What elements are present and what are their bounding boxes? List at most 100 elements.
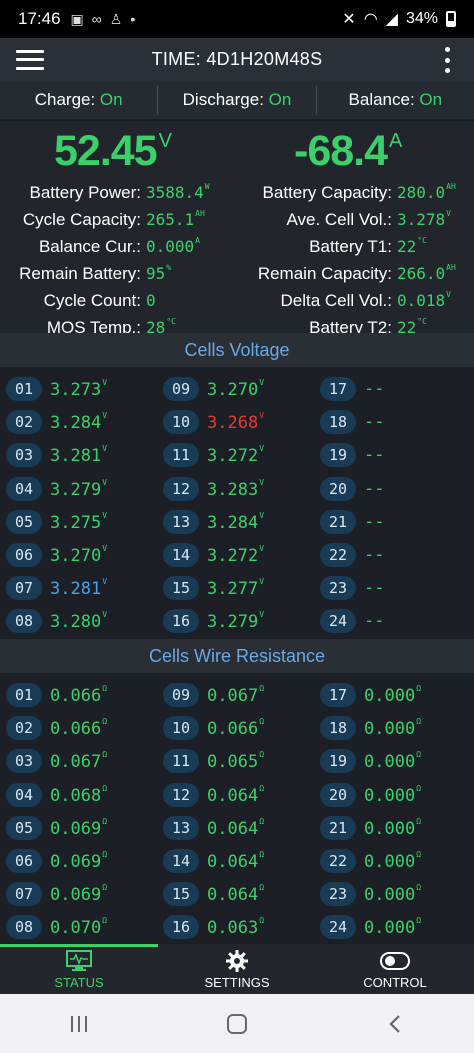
cell-item: 20 -- <box>320 476 384 502</box>
cell-value: 0.067Ω <box>207 684 265 706</box>
cell-value: 0.069Ω <box>50 883 108 906</box>
cell-value: 0.000Ω <box>364 684 422 706</box>
cell-value: 3.279V <box>207 610 265 633</box>
cell-item: 12 0.064Ω <box>163 782 264 808</box>
signal-icon: ◢ <box>385 11 398 28</box>
cell-value: 0.000Ω <box>364 783 422 806</box>
nav-status[interactable]: STATUS <box>0 944 158 994</box>
cell-number-badge: 14 <box>163 849 199 873</box>
cell-value: 0.070Ω <box>50 916 108 939</box>
status-bar: 17:46 ▣ ∞ ♙ • ✕ ◠ ◢ 34% <box>0 0 474 38</box>
battery-summary: 52.45 V -68.4 A Battery Power: 3588.4W Cycle… <box>0 121 474 337</box>
stat-row: Balance Cur.: 0.000A <box>0 227 200 256</box>
cell-value: -- <box>364 478 385 499</box>
cell-value: -- <box>364 379 385 399</box>
cell-number-badge: 07 <box>6 576 42 601</box>
cell-item: 11 3.272V <box>163 442 264 468</box>
nav-settings-label: SETTINGS <box>204 974 270 990</box>
total-voltage: 52.45 V <box>54 127 172 175</box>
cell-number-badge: 11 <box>163 443 199 468</box>
cell-value: 3.284V <box>50 411 108 434</box>
cell-value: 0.000Ω <box>364 916 422 939</box>
cell-item: 19 -- <box>320 442 384 468</box>
home-icon[interactable] <box>207 1013 267 1035</box>
cell-value: 0.064Ω <box>207 783 265 806</box>
nav-settings[interactable]: SETTINGS <box>158 944 316 994</box>
cell-item: 18 -- <box>320 409 384 435</box>
cell-number-badge: 16 <box>163 609 199 634</box>
cell-value: 3.275V <box>50 510 108 533</box>
cell-number-badge: 03 <box>6 749 42 774</box>
cell-value: 0.000Ω <box>364 850 422 872</box>
nav-status-label: STATUS <box>54 974 104 990</box>
cell-value: 0.067Ω <box>50 750 108 773</box>
cell-value: 0.066Ω <box>207 717 265 740</box>
cell-number-badge: 12 <box>163 476 199 501</box>
cell-item: 17 -- <box>320 376 384 402</box>
cell-number-badge: 18 <box>320 716 356 741</box>
cell-value: 0.000Ω <box>364 883 422 906</box>
stat-row: Battery T2: 22°C <box>230 308 427 337</box>
cell-number-badge: 08 <box>6 609 42 634</box>
menu-icon[interactable] <box>16 49 44 70</box>
stat-row: Remain Battery: 95% <box>0 254 171 283</box>
cell-value: 3.272V <box>207 544 265 566</box>
cell-item: 04 0.068Ω <box>6 782 107 808</box>
cell-value: 0.000Ω <box>364 816 422 839</box>
more-options-icon[interactable] <box>444 47 450 73</box>
cell-item: 16 0.063Ω <box>163 914 264 940</box>
nav-control[interactable]: CONTROL <box>316 944 474 994</box>
wifi-icon: ◠ <box>363 11 378 28</box>
cell-number-badge: 24 <box>320 915 356 940</box>
cell-value: -- <box>364 611 385 632</box>
cell-item: 01 0.066Ω <box>6 682 107 708</box>
cell-number-badge: 11 <box>163 749 199 774</box>
cell-number-badge: 15 <box>163 576 199 601</box>
cell-item: 12 3.283V <box>163 476 264 502</box>
cell-item: 09 0.067Ω <box>163 682 264 708</box>
total-current: -68.4 A <box>294 127 402 175</box>
cell-value: 0.069Ω <box>50 816 108 839</box>
cells-voltage-grid: 01 3.273V 02 3.284V 03 3.281V 04 3.279V 05 3.275V… <box>0 367 474 639</box>
cell-number-badge: 05 <box>6 815 42 840</box>
cell-item: 24 -- <box>320 608 384 634</box>
cell-item: 21 0.000Ω <box>320 815 421 841</box>
battery-percent: 34% <box>405 10 438 27</box>
cell-value: 0.000Ω <box>364 717 422 740</box>
cell-value: 0.063Ω <box>207 916 265 939</box>
cell-value: 3.277V <box>207 577 265 600</box>
cell-value: -- <box>364 545 385 565</box>
recents-icon[interactable] <box>49 1014 109 1034</box>
stat-row: Delta Cell Vol.: 0.018V <box>230 281 452 310</box>
back-icon[interactable] <box>365 1013 425 1035</box>
cells-voltage-header: Cells Voltage <box>0 333 474 367</box>
cell-number-badge: 09 <box>163 377 199 401</box>
cell-value: 0.064Ω <box>207 883 265 906</box>
cell-number-badge: 02 <box>6 410 42 435</box>
cell-value: 3.283V <box>207 477 265 500</box>
cell-value: 3.281V <box>50 577 108 600</box>
cell-number-badge: 19 <box>320 443 356 468</box>
cell-number-badge: 12 <box>163 782 199 807</box>
cell-item: 02 0.066Ω <box>6 715 107 741</box>
system-navigation-bar <box>0 994 474 1053</box>
cell-number-badge: 13 <box>163 509 199 534</box>
cell-number-badge: 13 <box>163 815 199 840</box>
charge-status: Charge: On <box>34 90 123 109</box>
cell-item: 03 3.281V <box>6 442 107 468</box>
cell-value: 3.273V <box>50 378 108 400</box>
cell-value: 3.280V <box>50 610 108 633</box>
cell-value: 0.000Ω <box>364 750 422 773</box>
cell-number-badge: 01 <box>6 683 42 707</box>
cell-number-badge: 20 <box>320 782 356 807</box>
cell-number-badge: 23 <box>320 576 356 601</box>
cell-value: -- <box>364 412 385 433</box>
cell-value: -- <box>364 578 385 599</box>
cell-item: 13 3.284V <box>163 509 264 535</box>
cell-item: 20 0.000Ω <box>320 782 421 808</box>
cell-value: 3.268V <box>207 411 265 434</box>
cell-value: 0.066Ω <box>50 684 108 706</box>
cell-value: 0.064Ω <box>207 816 265 839</box>
cell-number-badge: 14 <box>163 543 199 567</box>
cell-value: 0.068Ω <box>50 783 108 806</box>
